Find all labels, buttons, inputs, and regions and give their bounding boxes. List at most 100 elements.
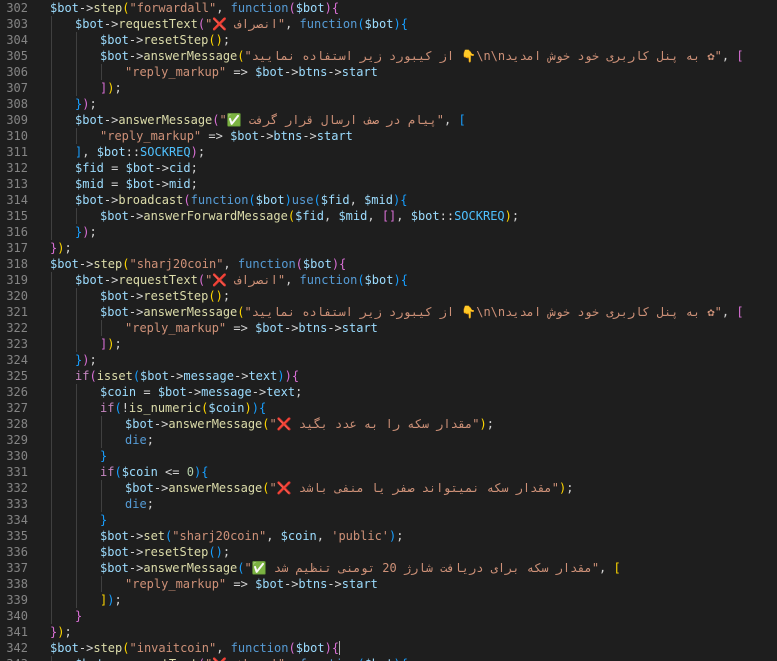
code-line[interactable]: 315 $bot->answerForwardMessage($fid, $mid… bbox=[0, 208, 777, 224]
code-line[interactable]: 311], $bot::SOCKREQ); bbox=[0, 144, 777, 160]
code-line[interactable]: 343$bot->requestText("❌ انصراف", functio… bbox=[0, 656, 777, 661]
code-token: ; bbox=[89, 97, 97, 111]
code-token: $coin bbox=[100, 385, 137, 399]
code-line[interactable]: 324}); bbox=[0, 352, 777, 368]
code-line[interactable]: 340} bbox=[0, 608, 777, 624]
code-line[interactable]: 323]); bbox=[0, 336, 777, 352]
indent-guide bbox=[51, 592, 52, 608]
code-editor[interactable]: 302 $bot->step("forwardall", function($bo… bbox=[0, 0, 777, 661]
indent-guide bbox=[76, 336, 77, 352]
code-token: , bbox=[266, 529, 281, 543]
code-line[interactable]: 329 die; bbox=[0, 432, 777, 448]
code-line[interactable]: 306 "reply_markup" => $bot->btns->start bbox=[0, 64, 777, 80]
code-line[interactable]: 314 $bot->broadcast(function($bot)use($fi… bbox=[0, 192, 777, 208]
code-line[interactable]: 307]); bbox=[0, 80, 777, 96]
code-line[interactable]: 332 $bot->answerMessage("❌ مقدار سکه نمیت… bbox=[0, 480, 777, 496]
code-line[interactable]: 331 if($coin <= 0){ bbox=[0, 464, 777, 480]
code-line[interactable]: 339]); bbox=[0, 592, 777, 608]
code-line[interactable]: 313 $mid = $bot->mid; bbox=[0, 176, 777, 192]
code-line[interactable]: 308}); bbox=[0, 96, 777, 112]
line-number: 305 bbox=[6, 49, 28, 63]
indent-guide bbox=[101, 576, 102, 592]
indent-guide bbox=[51, 656, 52, 661]
code-text: $bot->answerForwardMessage($fid, $mid, [… bbox=[100, 208, 519, 224]
code-line[interactable]: 326 $coin = $bot->message->text; bbox=[0, 384, 777, 400]
code-line[interactable]: 335 $bot->set("sharj20coin", $coin, 'publ… bbox=[0, 528, 777, 544]
indent-guide bbox=[51, 544, 52, 560]
code-line[interactable]: 309 $bot->answerMessage("✅ پیام در صف ارس… bbox=[0, 112, 777, 128]
code-token: ) bbox=[331, 257, 340, 271]
code-line[interactable]: 337 $bot->answerMessage("✅ مقدار سکه برای… bbox=[0, 560, 777, 576]
code-line[interactable]: 303 $bot->requestText("❌ انصراف", functio… bbox=[0, 16, 777, 32]
line-number: 340 bbox=[6, 609, 28, 623]
code-token: ( bbox=[212, 113, 220, 127]
code-line[interactable]: 320 $bot->resetStep(); bbox=[0, 288, 777, 304]
code-token: mid bbox=[168, 177, 191, 191]
code-text: $mid = $bot->mid; bbox=[75, 176, 198, 192]
code-token: ; bbox=[190, 161, 198, 175]
code-token: "forwardall" bbox=[129, 1, 217, 15]
code-token: ; bbox=[89, 353, 97, 367]
code-token: answerMessage bbox=[118, 113, 213, 127]
indent-guide bbox=[76, 432, 77, 448]
indent-guide bbox=[51, 432, 52, 448]
code-line[interactable]: 336 $bot->resetStep(); bbox=[0, 544, 777, 560]
code-token: $bot bbox=[100, 33, 129, 47]
code-token: ; bbox=[64, 241, 72, 255]
code-token: { bbox=[201, 465, 209, 479]
code-token: } bbox=[75, 609, 83, 623]
code-line[interactable]: 325 if(isset($bot->message->text)){ bbox=[0, 368, 777, 384]
indent-guide bbox=[51, 272, 52, 288]
code-line[interactable]: 328 $bot->answerMessage("❌ مقدار سکه را ب… bbox=[0, 416, 777, 432]
code-token: , bbox=[285, 657, 299, 661]
code-token: ; bbox=[222, 545, 231, 559]
code-token: die bbox=[125, 433, 147, 447]
code-line[interactable]: 319 $bot->requestText("❌ انصراف", functio… bbox=[0, 272, 777, 288]
code-line[interactable]: 341}); bbox=[0, 624, 777, 640]
code-text: $bot->answerMessage("از کیبورد زیر استفا… bbox=[100, 48, 744, 64]
code-line[interactable]: 312 $fid = $bot->cid; bbox=[0, 160, 777, 176]
code-line[interactable]: 318 $bot->step("sharj20coin", function($b… bbox=[0, 256, 777, 272]
code-token: -> bbox=[283, 65, 299, 79]
indent-guide bbox=[51, 192, 52, 208]
code-token: "از کیبورد زیر استفاده نمایید 👇\n\nبه پن… bbox=[244, 305, 722, 319]
code-token: answerMessage bbox=[143, 305, 238, 319]
code-token: -> bbox=[103, 193, 119, 207]
indent-guide bbox=[76, 528, 77, 544]
indent-guide bbox=[76, 496, 77, 512]
indent-guide bbox=[51, 288, 52, 304]
code-line[interactable]: 333 die; bbox=[0, 496, 777, 512]
indent-guide bbox=[51, 176, 52, 192]
code-token: ) bbox=[393, 273, 401, 287]
code-token: ) bbox=[190, 145, 198, 159]
code-line[interactable]: 305 $bot->answerMessage("از کیبورد زیر اس… bbox=[0, 48, 777, 64]
code-token: die bbox=[125, 497, 147, 511]
code-line[interactable]: 304 $bot->resetStep(); bbox=[0, 32, 777, 48]
code-line[interactable]: 338 "reply_markup" => $bot->btns->start bbox=[0, 576, 777, 592]
line-number: 312 bbox=[6, 161, 28, 175]
line-number: 317 bbox=[6, 241, 28, 255]
indent-guide bbox=[51, 464, 52, 480]
code-line[interactable]: 327 if(!is_numeric($coin)){ bbox=[0, 400, 777, 416]
code-token: ( bbox=[132, 369, 141, 383]
line-number: 336 bbox=[6, 545, 28, 559]
code-token: [ bbox=[458, 113, 466, 127]
code-line[interactable]: 322 "reply_markup" => $bot->btns->start bbox=[0, 320, 777, 336]
code-line[interactable]: 321 $bot->answerMessage("از کیبورد زیر اس… bbox=[0, 304, 777, 320]
code-line[interactable]: 302 $bot->step("forwardall", function($bo… bbox=[0, 0, 777, 16]
code-line[interactable]: 334} bbox=[0, 512, 777, 528]
code-token: ; bbox=[566, 481, 574, 495]
indent-guide bbox=[51, 80, 52, 96]
code-line[interactable]: 330} bbox=[0, 448, 777, 464]
indent-guide bbox=[76, 448, 77, 464]
indent-guide bbox=[101, 432, 102, 448]
code-line[interactable]: 310 "reply_markup" => $bot->btns->start bbox=[0, 128, 777, 144]
code-line[interactable]: 342 $bot->step("invaitcoin", function($bo… bbox=[0, 640, 777, 656]
code-line[interactable]: 316}); bbox=[0, 224, 777, 240]
code-token: -> bbox=[153, 481, 169, 495]
code-line[interactable]: 317}); bbox=[0, 240, 777, 256]
line-number: 303 bbox=[6, 17, 28, 31]
code-token: "از کیبورد زیر استفاده نمایید 👇\n\nبه پن… bbox=[244, 49, 722, 63]
line-number: 314 bbox=[6, 193, 28, 207]
code-text: $bot->answerMessage("✅ پیام در صف ارسال … bbox=[75, 112, 466, 128]
